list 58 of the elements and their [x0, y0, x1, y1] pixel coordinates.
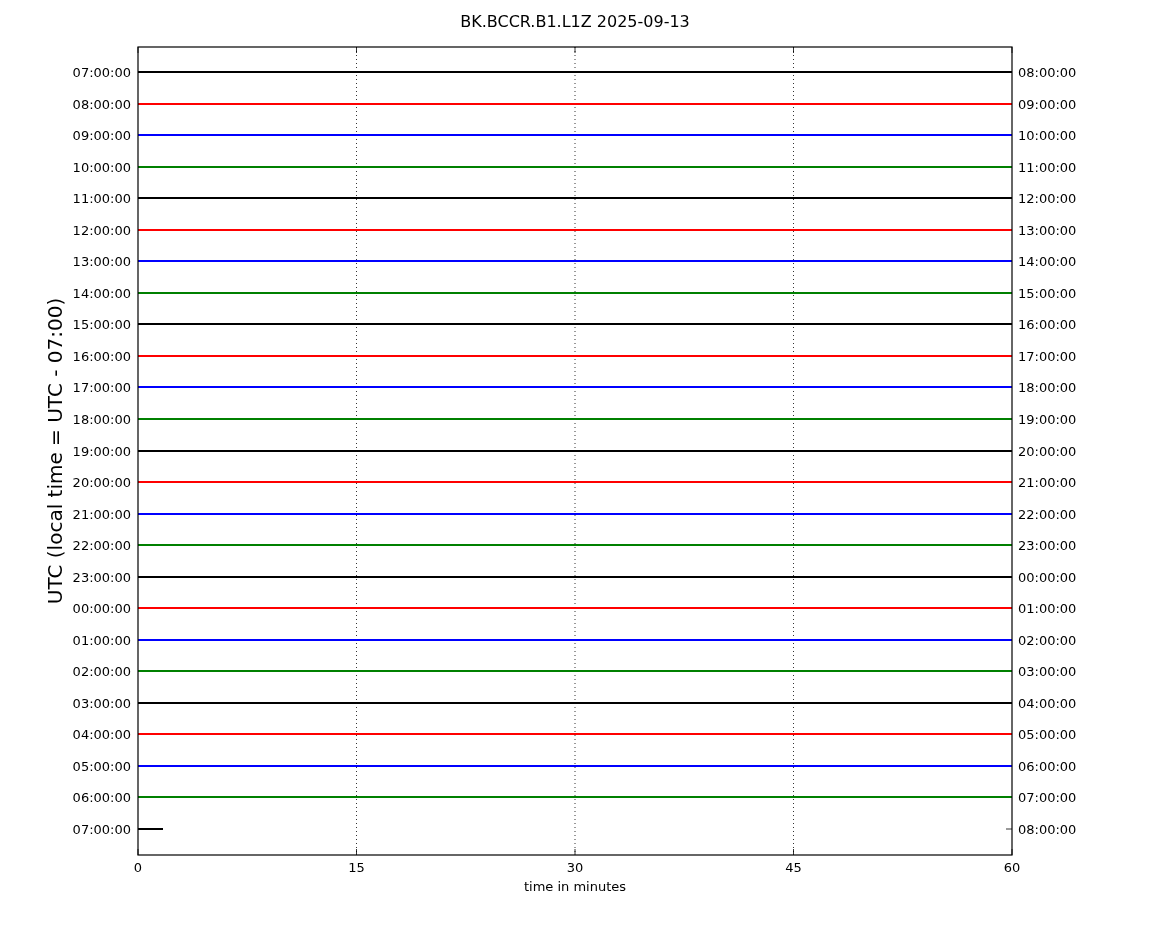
y-tick-label: 05:00:00 [1018, 727, 1077, 743]
y-tick-label: 18:00:00 [1018, 380, 1077, 396]
y-tick-label: 17:00:00 [1018, 348, 1077, 364]
y-tick-label: 11:00:00 [1018, 159, 1077, 175]
y-tick-label: 01:00:00 [1018, 601, 1077, 617]
y-axis-label: UTC (local time = UTC - 07:00) [43, 297, 67, 605]
y-tick-label: 08:00:00 [72, 96, 131, 112]
y-tick-label: 08:00:00 [1018, 65, 1077, 80]
y-tick-label: 03:00:00 [72, 695, 131, 711]
x-tick-label: 0 [133, 860, 143, 875]
y-tick-label: 09:00:00 [1018, 96, 1077, 112]
y-tick-label: 05:00:00 [72, 758, 131, 774]
y-tick-label: 14:00:00 [72, 285, 131, 301]
y-tick-label: 21:00:00 [72, 506, 131, 522]
x-axis-label: time in minutes [523, 879, 627, 894]
y-tick-label: 15:00:00 [1018, 285, 1077, 301]
y-tick-label: 01:00:00 [72, 632, 131, 648]
y-tick-label: 16:00:00 [1018, 317, 1077, 333]
x-tick-label: 15 [348, 860, 365, 875]
chart-title: BK.BCCR.B1.L1Z 2025-09-13 [460, 12, 690, 31]
y-tick-label: 06:00:00 [72, 790, 131, 806]
y-tick-label: 04:00:00 [72, 727, 131, 743]
y-tick-label: 00:00:00 [1018, 569, 1077, 585]
x-tick-label: 45 [785, 860, 802, 875]
y-tick-label: 08:00:00 [1018, 822, 1077, 837]
y-tick-label: 13:00:00 [1018, 222, 1077, 238]
y-tick-label: 14:00:00 [1018, 254, 1077, 270]
y-tick-label: 21:00:00 [1018, 475, 1077, 491]
y-tick-label: 12:00:00 [72, 222, 131, 238]
y-tick-label: 02:00:00 [1018, 632, 1077, 648]
y-tick-label: 17:00:00 [72, 380, 131, 396]
y-tick-label: 20:00:00 [72, 475, 131, 491]
y-tick-label: 13:00:00 [72, 254, 131, 270]
y-tick-label: 02:00:00 [72, 664, 131, 680]
x-tick-label: 60 [1003, 860, 1021, 875]
y-tick-label: 07:00:00 [72, 65, 131, 80]
y-tick-label: 20:00:00 [1018, 443, 1077, 459]
y-tick-label: 03:00:00 [1018, 664, 1077, 680]
y-tick-label: 04:00:00 [1018, 695, 1077, 711]
y-tick-label: 23:00:00 [72, 569, 131, 585]
y-tick-label: 07:00:00 [1018, 790, 1077, 806]
y-tick-label: 12:00:00 [1018, 191, 1077, 207]
y-tick-label: 15:00:00 [72, 317, 131, 333]
y-tick-label: 22:00:00 [72, 538, 131, 554]
y-tick-label: 19:00:00 [72, 443, 131, 459]
y-tick-label: 11:00:00 [72, 191, 131, 207]
y-tick-label: 18:00:00 [72, 411, 131, 427]
x-tick-label: 30 [566, 860, 584, 875]
y-tick-label: 23:00:00 [1018, 538, 1077, 554]
y-tick-label: 16:00:00 [72, 348, 131, 364]
y-tick-label: 06:00:00 [1018, 758, 1077, 774]
y-tick-label: 19:00:00 [1018, 411, 1077, 427]
y-tick-label: 22:00:00 [1018, 506, 1077, 522]
y-tick-label: 00:00:00 [72, 601, 131, 617]
y-tick-label: 10:00:00 [72, 159, 131, 175]
y-tick-label: 09:00:00 [72, 128, 131, 144]
y-tick-label: 07:00:00 [72, 822, 131, 837]
y-tick-label: 10:00:00 [1018, 128, 1077, 144]
